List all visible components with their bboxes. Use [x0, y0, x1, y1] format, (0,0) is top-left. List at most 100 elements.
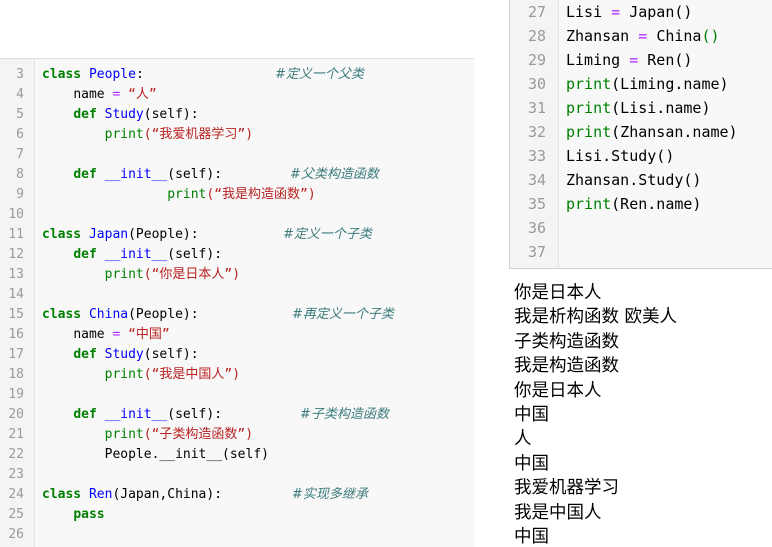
- code-token: “中国”: [128, 327, 170, 342]
- code-token: (self):: [167, 167, 223, 182]
- output-line: 中国: [514, 453, 549, 474]
- line-number: 23: [8, 467, 24, 482]
- code-token: =: [611, 3, 630, 21]
- code-token: :: [135, 67, 144, 82]
- code-token: class: [42, 67, 89, 82]
- code-line[interactable]: 13 print(“你是日本人”): [0, 265, 474, 285]
- line-number: 9: [16, 187, 24, 202]
- code-text: class Ren(Japan,China):: [42, 485, 222, 505]
- code-line[interactable]: 9 print(“我是构造函数”): [0, 185, 474, 205]
- code-line[interactable]: 17 def Study(self):: [0, 345, 474, 365]
- code-line[interactable]: 24 class Ren(Japan,China): #实现多继承: [0, 485, 474, 505]
- line-number: 3: [16, 67, 24, 82]
- line-number: 10: [8, 207, 24, 222]
- line-number: 24: [8, 487, 24, 502]
- code-comment: #定义一个父类: [275, 67, 364, 82]
- code-token: print: [566, 195, 612, 213]
- code-token: (“我是构造函数”): [206, 187, 316, 202]
- code-editor-left[interactable]: 3 class People: #定义一个父类 4 name = “人” 5 def S…: [0, 58, 474, 547]
- code-token: (People):: [128, 227, 199, 242]
- output-line: 中国: [514, 404, 549, 425]
- code-text: Zhansan = China(): [566, 24, 720, 48]
- code-token: China: [88, 307, 129, 322]
- code-line[interactable]: 21 print(“子类构造函数”): [0, 425, 474, 445]
- code-line[interactable]: 23: [0, 465, 474, 485]
- code-line[interactable]: 22 People.__init__(self): [0, 445, 474, 465]
- code-line[interactable]: 7: [0, 145, 474, 165]
- code-line[interactable]: 31 print(Lisi.name): [510, 96, 772, 120]
- code-token: class: [42, 227, 89, 242]
- code-line[interactable]: 8 def __init__(self): #父类构造函数: [0, 165, 474, 185]
- code-text: print(“我爱机器学习”): [42, 125, 253, 145]
- code-token: Ren: [88, 487, 113, 502]
- code-token: Zhansan: [566, 27, 639, 45]
- code-text: Lisi = Japan(): [566, 0, 692, 24]
- line-number: 37: [527, 243, 546, 261]
- code-token: China: [656, 27, 702, 45]
- code-line[interactable]: 28 Zhansan = China(): [510, 24, 772, 48]
- code-token: class: [42, 307, 89, 322]
- code-line[interactable]: 34 Zhansan.Study(): [510, 168, 772, 192]
- console-output: 你是日本人 我是析构函数 欧美人 子类构造函数 我是构造函数 你是日本人 中国人中国 我爱机…: [514, 281, 772, 546]
- code-line[interactable]: 10: [0, 205, 474, 225]
- code-line[interactable]: 18 print(“我是中国人”): [0, 365, 474, 385]
- code-line[interactable]: 30 print(Liming.name): [510, 72, 772, 96]
- code-token: (Ren.name): [611, 195, 702, 213]
- code-line[interactable]: 3 class People: #定义一个父类: [0, 65, 474, 85]
- code-text: print(Lisi.name): [566, 96, 711, 120]
- code-text: Zhansan.Study(): [566, 168, 701, 192]
- code-text: print(Liming.name): [566, 72, 729, 96]
- line-number: 12: [8, 247, 24, 262]
- code-line[interactable]: 15 class China(People): #再定义一个子类: [0, 305, 474, 325]
- code-line[interactable]: 35 print(Ren.name): [510, 192, 772, 216]
- code-line[interactable]: 33 Lisi.Study(): [510, 144, 772, 168]
- code-line[interactable]: 20 def __init__(self): #子类构造函数: [0, 405, 474, 425]
- code-line[interactable]: 32 print(Zhansan.name): [510, 120, 772, 144]
- code-token: (Zhansan.name): [611, 123, 738, 141]
- code-editor-right[interactable]: 27 Lisi = Japan() 28 Zhansan = China() 29 Lim…: [509, 0, 772, 269]
- code-line[interactable]: 37: [510, 240, 772, 264]
- code-line[interactable]: 25 pass: [0, 505, 474, 525]
- code-comment: #父类构造函数: [290, 167, 379, 182]
- code-token: print: [566, 75, 612, 93]
- code-line[interactable]: 14: [0, 285, 474, 305]
- code-text: print(“我是构造函数”): [42, 185, 316, 205]
- code-text: def Study(self):: [42, 345, 198, 365]
- code-token: pass: [73, 507, 105, 522]
- code-line[interactable]: 5 def Study(self):: [0, 105, 474, 125]
- output-line: 中国: [514, 526, 549, 546]
- code-text: print(“子类构造函数”): [42, 425, 253, 445]
- code-text: Liming = Ren(): [566, 48, 692, 72]
- output-line: 你是日本人: [514, 283, 602, 303]
- code-line[interactable]: 19: [0, 385, 474, 405]
- line-number: 22: [8, 447, 24, 462]
- code-line[interactable]: 11 class Japan(People): #定义一个子类: [0, 225, 474, 245]
- code-line[interactable]: 12 def __init__(self):: [0, 245, 474, 265]
- code-text: def __init__(self):: [42, 405, 222, 425]
- code-text: print(“我是中国人”): [42, 365, 240, 385]
- code-line[interactable]: 16 name = “中国”: [0, 325, 474, 345]
- code-text: def __init__(self):: [42, 245, 222, 265]
- code-token: print: [104, 427, 144, 442]
- code-token: def: [73, 347, 105, 362]
- code-line[interactable]: 29 Liming = Ren(): [510, 48, 772, 72]
- line-number: 29: [527, 51, 546, 69]
- code-token: Lisi: [566, 3, 612, 21]
- code-token: print: [104, 267, 144, 282]
- code-line[interactable]: 4 name = “人”: [0, 85, 474, 105]
- line-number: 35: [527, 195, 546, 213]
- code-token: (self):: [167, 407, 223, 422]
- code-text: class Japan(People):: [42, 225, 199, 245]
- code-line[interactable]: 36: [510, 216, 772, 240]
- code-text: People.__init__(self): [42, 445, 269, 465]
- code-token: (Lisi.name): [611, 99, 711, 117]
- code-text: pass: [42, 505, 105, 525]
- code-token: __init__: [104, 247, 168, 262]
- code-token: print: [104, 127, 144, 142]
- code-line[interactable]: 27 Lisi = Japan(): [510, 0, 772, 24]
- code-line[interactable]: 26: [0, 525, 474, 545]
- code-line[interactable]: 6 print(“我爱机器学习”): [0, 125, 474, 145]
